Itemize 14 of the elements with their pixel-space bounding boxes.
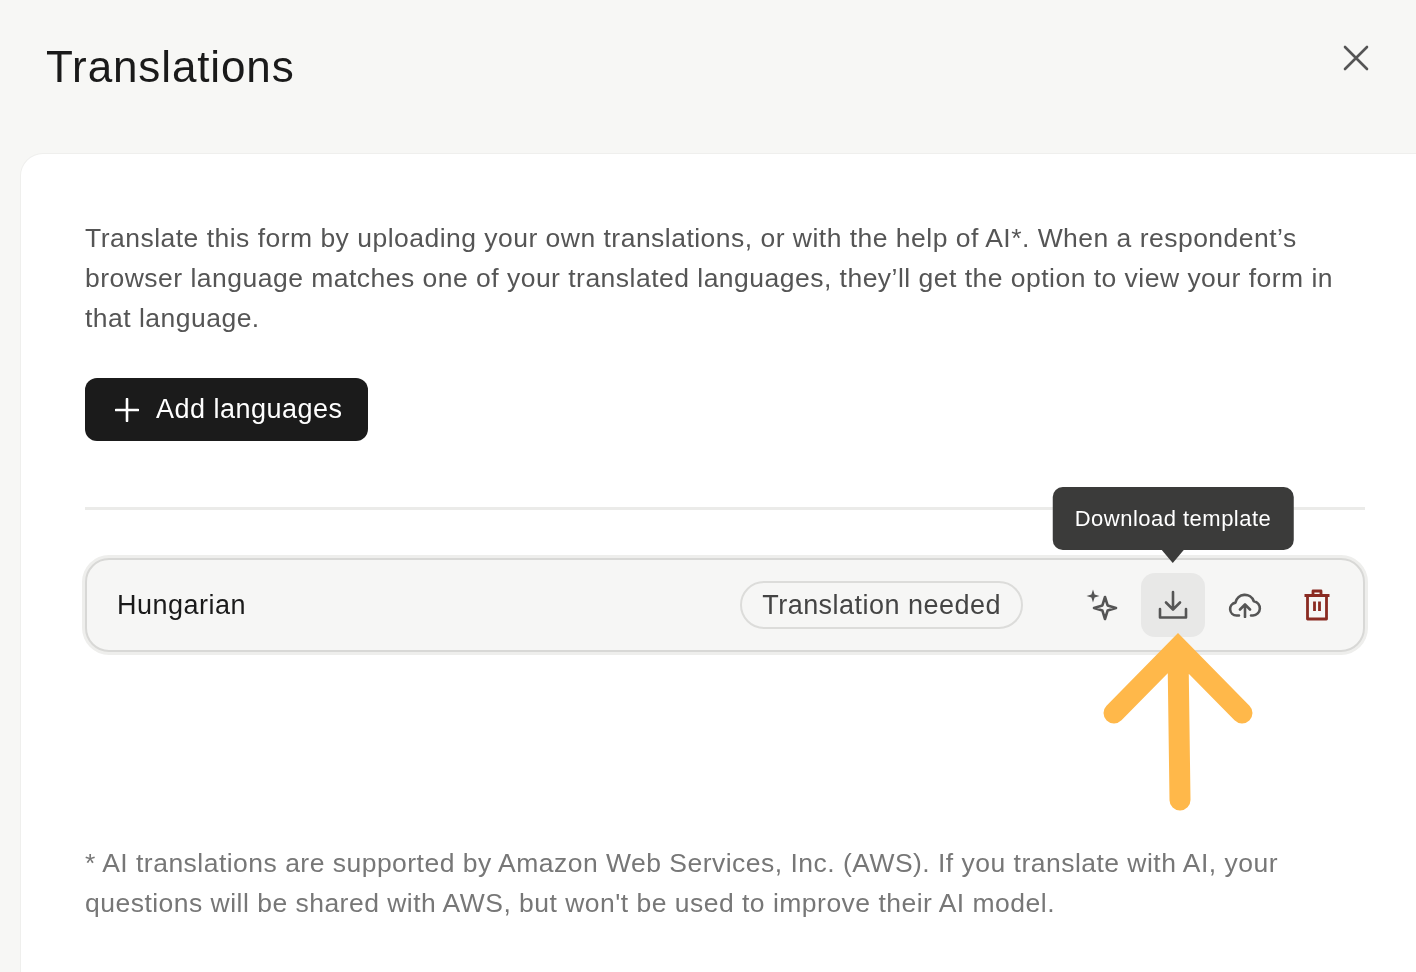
trash-icon [1303,589,1331,621]
language-name: Hungarian [117,589,247,621]
cloud-upload-icon [1228,592,1262,618]
download-button[interactable] [1141,573,1205,637]
description-text: Translate this form by uploading your own translations, or with the help of AI*. When a respondent’s browser language matches one of your translated languages, they’ll get the option to view your form in that language. [85,222,1335,335]
tooltip: Download template [1052,487,1294,563]
footnote-text: * AI translations are supported by Amazon Web Services, Inc. (AWS). If you translate with AI, your questions will be shared with AWS, but won't be used to improve their AI model. [85,847,1279,920]
close-icon [1343,45,1369,71]
status-badge: Translation needed [740,581,1023,629]
download-icon [1158,590,1188,620]
plus-icon [115,397,139,422]
add-languages-button[interactable]: Add languages [85,378,369,441]
close-button[interactable] [1343,45,1369,71]
dialog-title: Translations [46,41,295,93]
